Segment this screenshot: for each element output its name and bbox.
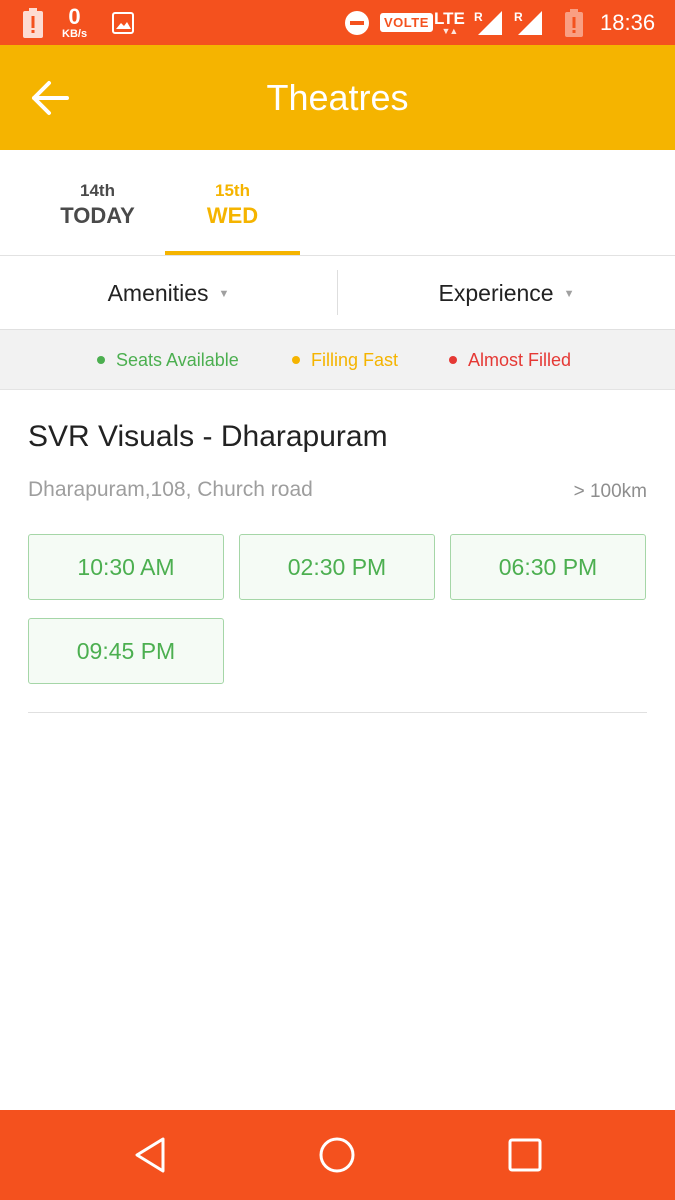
volte-label: VOLTE bbox=[380, 13, 433, 32]
theatre-distance: > 100km bbox=[573, 481, 647, 502]
caret-down-icon: ▼ bbox=[563, 288, 575, 300]
filter-bar: Amenities ▼ Experience ▼ bbox=[0, 256, 675, 330]
amenities-filter[interactable]: Amenities ▼ bbox=[0, 256, 337, 330]
theatre-name[interactable]: SVR Visuals - Dharapuram bbox=[28, 420, 388, 454]
lte-label: LTE bbox=[434, 8, 465, 28]
nav-back-button[interactable] bbox=[105, 1110, 195, 1200]
tab-indicator bbox=[165, 251, 300, 255]
triangle-back-icon bbox=[135, 1137, 165, 1173]
experience-label: Experience bbox=[438, 279, 554, 306]
navigation-bar bbox=[0, 1110, 675, 1200]
green-dot-icon bbox=[97, 356, 105, 364]
roaming-label: R bbox=[514, 10, 523, 24]
roaming-label: R bbox=[474, 10, 483, 24]
legend-label: Almost Filled bbox=[468, 349, 572, 370]
circle-home-icon bbox=[319, 1137, 355, 1173]
app-bar: Theatres bbox=[0, 45, 675, 150]
showtime-button[interactable]: 10:30 AM bbox=[28, 534, 224, 600]
legend-filling-fast: Filling Fast bbox=[292, 330, 398, 390]
date-tabs: 14th TODAY 15th WED bbox=[0, 150, 675, 256]
network-speed-unit: KB/s bbox=[62, 27, 88, 40]
status-bar: 0 KB/s VOLTE LTE ▼▲ R R 18:36 bbox=[0, 0, 675, 45]
lte-indicator: LTE ▼▲ bbox=[434, 0, 465, 45]
gallery-icon bbox=[112, 0, 134, 45]
theatre-card: SVR Visuals - Dharapuram Dharapuram,108,… bbox=[28, 390, 647, 713]
square-recents-icon bbox=[508, 1138, 542, 1172]
showtime-button[interactable]: 06:30 PM bbox=[450, 534, 646, 600]
signal-icon: R bbox=[514, 0, 544, 45]
back-button[interactable] bbox=[26, 75, 72, 121]
theatre-address: Dharapuram,108, Church road bbox=[28, 478, 313, 501]
showtime-button[interactable]: 09:45 PM bbox=[28, 618, 224, 684]
tab-label: TODAY bbox=[60, 203, 135, 228]
nav-recents-button[interactable] bbox=[480, 1110, 570, 1200]
data-arrows-icon: ▼▲ bbox=[441, 25, 459, 36]
showtime-button[interactable]: 02:30 PM bbox=[239, 534, 435, 600]
availability-legend: Seats Available Filling Fast Almost Fill… bbox=[0, 330, 675, 390]
network-speed: 0 KB/s bbox=[62, 0, 87, 45]
arrow-left-icon bbox=[32, 81, 69, 115]
yellow-dot-icon bbox=[292, 356, 300, 364]
legend-label: Filling Fast bbox=[311, 349, 399, 370]
battery-alert-icon bbox=[564, 0, 584, 45]
tab-day: 14th bbox=[80, 181, 115, 200]
nav-home-button[interactable] bbox=[292, 1110, 382, 1200]
caret-down-icon: ▼ bbox=[218, 288, 230, 300]
page-title: Theatres bbox=[266, 77, 409, 118]
clock: 18:36 bbox=[600, 9, 656, 35]
tab-day: 15th bbox=[215, 181, 250, 200]
red-dot-icon bbox=[449, 356, 457, 364]
tab-today[interactable]: 14th TODAY bbox=[30, 150, 165, 256]
do-not-disturb-icon bbox=[344, 0, 370, 45]
signal-icon: R bbox=[474, 0, 504, 45]
volte-badge: VOLTE bbox=[380, 0, 433, 45]
legend-seats-available: Seats Available bbox=[97, 330, 239, 390]
amenities-label: Amenities bbox=[107, 279, 209, 306]
legend-almost-filled: Almost Filled bbox=[449, 330, 571, 390]
battery-alert-icon bbox=[22, 0, 44, 45]
legend-label: Seats Available bbox=[116, 349, 239, 370]
tab-wed[interactable]: 15th WED bbox=[165, 150, 300, 256]
network-speed-value: 0 bbox=[68, 3, 81, 29]
experience-filter[interactable]: Experience ▼ bbox=[338, 256, 675, 330]
tab-label: WED bbox=[206, 203, 259, 228]
